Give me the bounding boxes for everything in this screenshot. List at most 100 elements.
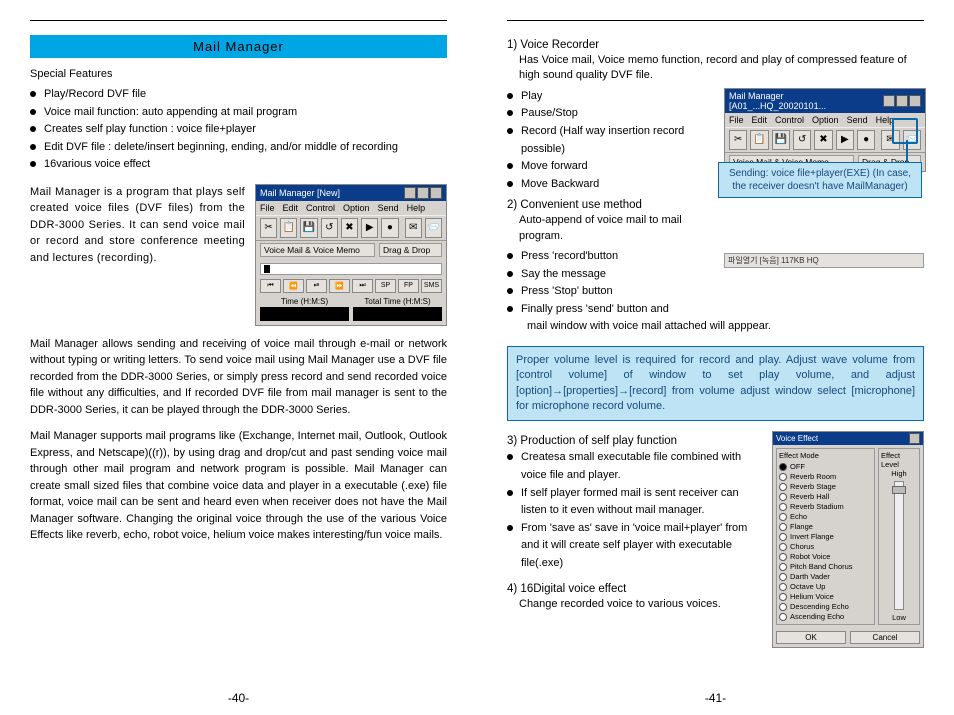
menu-item[interactable]: Control	[306, 203, 335, 213]
ctrl-prev[interactable]: ⏮	[260, 279, 281, 293]
ctrl-next[interactable]: ⏭	[352, 279, 373, 293]
effect-option[interactable]: Pitch Band Chorus	[790, 562, 853, 571]
effect-option[interactable]: Robot Voice	[790, 552, 830, 561]
ok-button[interactable]: OK	[776, 631, 846, 644]
ctrl-sp[interactable]: SP	[375, 279, 396, 293]
toolbar-button[interactable]: ●	[381, 218, 398, 238]
toolbar-button[interactable]: ●	[857, 130, 875, 150]
toolbar-button[interactable]: ▶	[361, 218, 378, 238]
toolbar-button[interactable]: 📨	[425, 218, 442, 238]
radio-icon[interactable]	[779, 483, 787, 491]
play-progress[interactable]	[260, 263, 442, 275]
ctrl-rew[interactable]: ⏪	[283, 279, 304, 293]
radio-icon[interactable]	[779, 533, 787, 541]
menu-item[interactable]: Send	[378, 203, 399, 213]
callout-connector	[906, 140, 908, 162]
app-title-text: Mail Manager [A01_...HQ_20020101...	[729, 91, 879, 111]
menu-item[interactable]: File	[729, 115, 744, 125]
body-paragraph-1: Mail Manager allows sending and receivin…	[30, 336, 447, 419]
radio-icon[interactable]	[779, 513, 787, 521]
effect-option[interactable]: Octave Up	[790, 582, 825, 591]
effect-option[interactable]: Reverb Stadium	[790, 502, 844, 511]
effect-option[interactable]: OFF	[790, 462, 805, 471]
radio-icon[interactable]	[779, 553, 787, 561]
desc-voice-effect: Change recorded voice to various voices.	[519, 597, 762, 612]
heading-voice-recorder: 1) Voice Recorder	[507, 39, 924, 51]
radio-icon[interactable]	[779, 493, 787, 501]
rule-top	[30, 20, 447, 21]
menu-item[interactable]: File	[260, 203, 275, 213]
toolbar-button[interactable]: ✖	[341, 218, 358, 238]
toolbar-button[interactable]: ▶	[836, 130, 854, 150]
toolbar-button[interactable]: ✂	[729, 130, 747, 150]
effect-option[interactable]: Echo	[790, 512, 807, 521]
radio-icon[interactable]	[779, 503, 787, 511]
menu-item[interactable]: Edit	[283, 203, 299, 213]
convenient-use-tail: mail window with voice mail attached wil…	[527, 319, 924, 334]
feature-item: Edit DVF file : delete/insert beginning,…	[30, 139, 447, 157]
menu-item[interactable]: Send	[847, 115, 868, 125]
radio-icon[interactable]	[779, 473, 787, 481]
ctrl-ff[interactable]: ⏩	[329, 279, 350, 293]
effect-option[interactable]: Darth Vader	[790, 572, 830, 581]
feature-item: Voice mail function: auto appending at m…	[30, 104, 447, 122]
toolbar-button[interactable]: 💾	[300, 218, 317, 238]
level-high: High	[891, 469, 906, 478]
radio-icon[interactable]	[779, 583, 787, 591]
toolbar-button[interactable]: ✖	[814, 130, 832, 150]
effect-option[interactable]: Invert Flange	[790, 532, 834, 541]
menu-item[interactable]: Option	[812, 115, 839, 125]
ctrl-sms[interactable]: SMS	[421, 279, 442, 293]
heading-self-play: 3) Production of self play function	[507, 435, 762, 447]
effect-option[interactable]: Chorus	[790, 542, 814, 551]
app-titlebar: Mail Manager [New]	[256, 185, 446, 201]
toolbar-button[interactable]: ✉	[405, 218, 422, 238]
toolbar-button[interactable]: ↺	[321, 218, 338, 238]
menu-item[interactable]: Help	[407, 203, 426, 213]
effect-option[interactable]: Descending Echo	[790, 602, 849, 611]
radio-icon[interactable]	[779, 523, 787, 531]
effect-option[interactable]: Flange	[790, 522, 813, 531]
cancel-button[interactable]: Cancel	[850, 631, 920, 644]
toolbar-button[interactable]: ✂	[260, 218, 277, 238]
rule-top	[507, 20, 924, 21]
list-item: Move forward	[507, 158, 714, 176]
menu-item[interactable]: Edit	[752, 115, 768, 125]
radio-icon[interactable]	[779, 593, 787, 601]
menu-item[interactable]: Option	[343, 203, 370, 213]
radio-icon[interactable]	[779, 543, 787, 551]
toolbar-button[interactable]: 📋	[750, 130, 768, 150]
menu-item[interactable]: Control	[775, 115, 804, 125]
highlight-send-button	[892, 118, 918, 144]
radio-icon[interactable]	[779, 463, 787, 471]
feature-item: Play/Record DVF file	[30, 86, 447, 104]
effect-level-slider[interactable]: Effect Level High Low	[878, 448, 920, 625]
features-list: Play/Record DVF file Voice mail function…	[30, 86, 447, 174]
close-icon[interactable]	[909, 433, 920, 444]
ctrl-play[interactable]: ⏯	[306, 279, 327, 293]
effect-option[interactable]: Reverb Room	[790, 472, 836, 481]
effect-option[interactable]: Ascending Echo	[790, 612, 844, 621]
radio-icon[interactable]	[779, 603, 787, 611]
toolbar-button[interactable]: 📋	[280, 218, 297, 238]
radio-icon[interactable]	[779, 613, 787, 621]
radio-icon[interactable]	[779, 573, 787, 581]
effect-option[interactable]: Reverb Stage	[790, 482, 836, 491]
effect-option[interactable]: Reverb Hall	[790, 492, 829, 501]
toolbar-button[interactable]: ↺	[793, 130, 811, 150]
list-item: Press 'Stop' button	[507, 283, 714, 301]
section-dragdrop: Drag & Drop	[379, 243, 442, 257]
radio-icon[interactable]	[779, 563, 787, 571]
heading-mail-manager: Mail Manager	[30, 35, 447, 58]
desc-voice-recorder: Has Voice mail, Voice memo function, rec…	[519, 53, 924, 84]
effect-option[interactable]: Helium Voice	[790, 592, 834, 601]
list-item: Createsa small executable file combined …	[507, 449, 762, 484]
vfx-title-text: Voice Effect	[776, 434, 818, 443]
voice-recorder-list: Play Pause/Stop Record (Half way inserti…	[507, 88, 714, 194]
toolbar-button[interactable]: 💾	[772, 130, 790, 150]
app-menubar: File Edit Control Option Send Help	[256, 201, 446, 215]
slider-track[interactable]	[894, 481, 904, 610]
total-time-value	[353, 307, 442, 321]
total-time-label: Total Time (H:M:S)	[353, 297, 442, 306]
ctrl-fp[interactable]: FP	[398, 279, 419, 293]
